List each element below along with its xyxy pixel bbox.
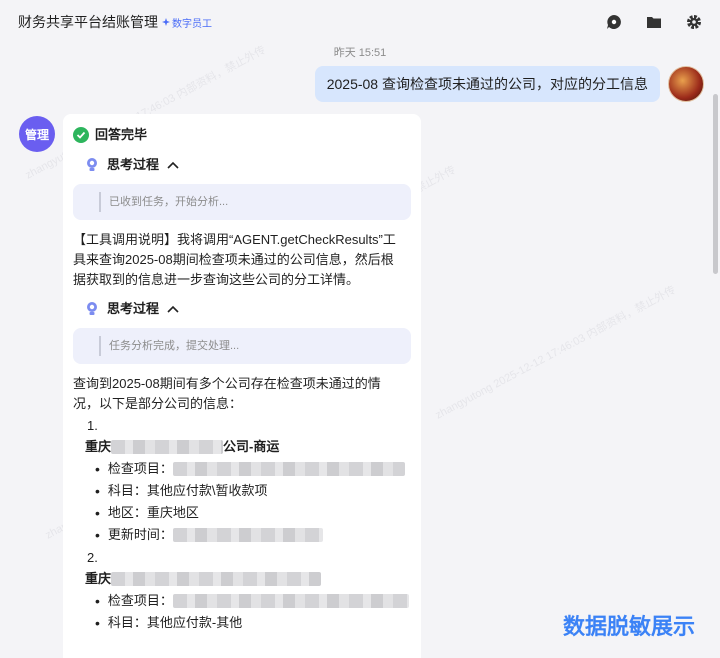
user-message-row: 2025-08 查询检查项未通过的公司，对应的分工信息 [314, 66, 704, 102]
chevron-up-icon[interactable] [167, 159, 179, 171]
think-label: 思考过程 [107, 157, 160, 172]
think-label: 思考过程 [107, 301, 160, 316]
think-toggle-1[interactable]: 思考过程 [85, 154, 411, 176]
company-name: 重庆 [85, 568, 411, 590]
app-header: 财务共享平台结账管理 数字员工 [0, 0, 720, 44]
check-circle-icon [73, 127, 89, 143]
lightbulb-icon [85, 157, 99, 173]
result-intro: 查询到2025-08期间有多个公司存在检查项未通过的情况，以下是部分公司的信息： [73, 376, 381, 411]
status-label: 回答完毕 [95, 127, 148, 142]
bot-avatar: 管理 [19, 116, 55, 152]
chat-bubble-icon[interactable] [604, 12, 624, 32]
redacted-block [172, 462, 405, 476]
redacted-block [172, 528, 323, 542]
list-item: 地区：重庆地区 [95, 502, 411, 524]
chat-area[interactable]: zhangyutong 2025-12-12 17:46:03 内部资料，禁止外… [0, 44, 720, 658]
list-item: 科目：其他应付款-其他 [95, 612, 411, 634]
digital-employee-badge: 数字员工 [162, 15, 212, 30]
list-number: 2. [87, 550, 98, 565]
user-avatar[interactable] [668, 66, 704, 102]
company-detail-list: 检查项目： 科目：其他应付款\暂收款项 地区：重庆地区 更新时间： [95, 458, 411, 546]
scrollbar[interactable] [713, 94, 718, 274]
list-item: 更新时间： [95, 524, 411, 546]
redacted-block [111, 440, 224, 454]
message-timestamp: 昨天 15:51 [333, 47, 387, 59]
folder-icon[interactable] [644, 12, 664, 32]
list-item: 科目：其他应付款\暂收款项 [95, 480, 411, 502]
redacted-block [172, 594, 409, 608]
redacted-block [111, 572, 322, 586]
app-title: 财务共享平台结账管理 [18, 14, 158, 30]
think-content-2: 任务分析完成，提交处理... [73, 328, 411, 364]
bot-message-card: 回答完毕 思考过程 已收到任务，开始分析... 【工具调用说明】我将调用“AGE… [63, 114, 421, 658]
think-toggle-2[interactable]: 思考过程 [85, 298, 411, 320]
think-text: 已收到任务，开始分析... [109, 196, 229, 208]
think-text: 任务分析完成，提交处理... [109, 340, 240, 352]
sparkle-icon [162, 18, 170, 26]
chevron-up-icon[interactable] [167, 303, 179, 315]
list-item: 检查项目： [95, 458, 411, 480]
gear-icon[interactable] [684, 12, 704, 32]
company-name: 重庆 公司-商运 [85, 439, 280, 454]
lightbulb-icon [85, 301, 99, 317]
tool-explanation: 【工具调用说明】我将调用“AGENT.getCheckResults”工具来查询… [73, 232, 396, 287]
user-message-bubble: 2025-08 查询检查项未通过的公司，对应的分工信息 [314, 66, 660, 102]
list-number: 1. [87, 418, 98, 433]
list-item: 检查项目： [95, 590, 411, 612]
think-content-1: 已收到任务，开始分析... [73, 184, 411, 220]
company-detail-list: 检查项目： 科目：其他应付款-其他 [95, 590, 411, 634]
desensitized-label: 数据脱敏展示 [562, 614, 695, 639]
answer-status: 回答完毕 [73, 124, 411, 146]
